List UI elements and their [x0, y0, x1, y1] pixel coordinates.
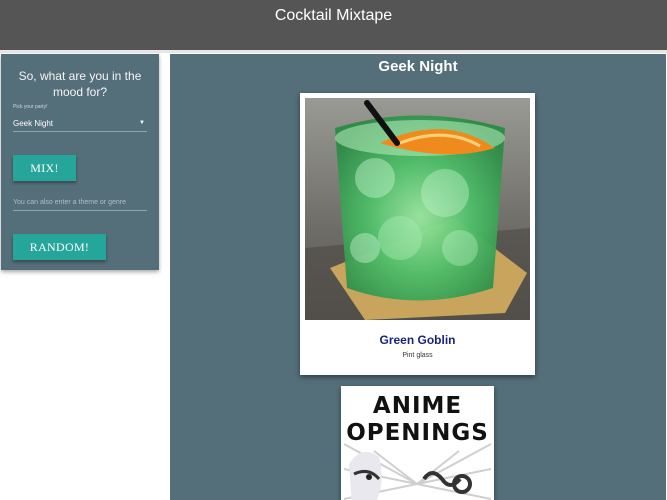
results-panel: Geek Night Green Goblin Pint glass ANIME… [170, 54, 666, 500]
playlist-title-line2: OPENINGS [346, 420, 489, 446]
mood-panel: So, what are you in the mood for? Pick y… [1, 54, 159, 270]
header-divider [0, 50, 667, 53]
party-select-value: Geek Night [13, 118, 54, 128]
playlist-card[interactable]: ANIME OPENINGS [341, 386, 494, 500]
random-button[interactable]: RANDOM! [13, 234, 106, 260]
mix-button[interactable]: MIX! [13, 155, 76, 181]
app-title: Cocktail Mixtape [274, 7, 393, 24]
drink-name: Green Goblin [379, 333, 456, 347]
party-title: Geek Night [378, 58, 458, 75]
party-select[interactable]: Geek Night ▼ [13, 115, 147, 132]
playlist-title-line1: ANIME [372, 393, 463, 419]
party-select-label: Pick your party! [13, 104, 48, 110]
caret-down-icon: ▼ [139, 120, 145, 126]
theme-input-placeholder: You can also enter a theme or genre [13, 198, 126, 206]
app-header: Cocktail Mixtape [0, 0, 667, 50]
drink-glass: Pint glass [402, 352, 433, 359]
playlist-image: ANIME OPENINGS [344, 389, 491, 500]
mood-prompt: So, what are you in the mood for? [18, 69, 142, 99]
drink-card[interactable]: Green Goblin Pint glass [300, 93, 535, 375]
drink-image [305, 98, 530, 320]
theme-input[interactable]: You can also enter a theme or genre [13, 194, 147, 211]
